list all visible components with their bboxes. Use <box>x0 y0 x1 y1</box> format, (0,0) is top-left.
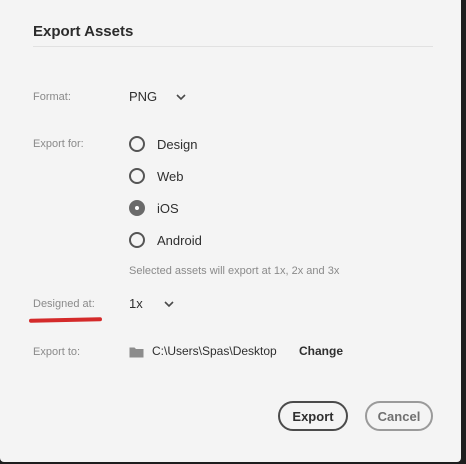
designed-at-chevron-down-icon[interactable] <box>164 300 174 308</box>
radio-android[interactable] <box>129 232 145 248</box>
export-button[interactable]: Export <box>278 401 348 431</box>
export-scale-hint: Selected assets will export at 1x, 2x an… <box>129 265 340 277</box>
cancel-button[interactable]: Cancel <box>365 401 433 431</box>
folder-icon <box>129 347 144 358</box>
dialog-title: Export Assets <box>33 23 134 40</box>
format-chevron-down-icon[interactable] <box>176 93 186 101</box>
annotation-underline <box>28 317 103 323</box>
radio-ios-label[interactable]: iOS <box>157 201 179 216</box>
radio-ios[interactable] <box>129 200 145 216</box>
title-divider <box>33 46 433 47</box>
designed-at-label: Designed at: <box>33 298 95 310</box>
change-location-button[interactable]: Change <box>299 344 343 358</box>
export-to-label: Export to: <box>33 346 81 358</box>
export-for-label: Export for: <box>33 138 84 150</box>
radio-web[interactable] <box>129 168 145 184</box>
export-assets-dialog: Export Assets Format: PNG Export for: De… <box>0 0 461 462</box>
designed-at-select[interactable]: 1x <box>129 296 143 311</box>
radio-option-android[interactable]: Android <box>129 231 202 249</box>
radio-design-label[interactable]: Design <box>157 137 197 152</box>
radio-option-ios[interactable]: iOS <box>129 199 179 217</box>
radio-android-label[interactable]: Android <box>157 233 202 248</box>
format-label: Format: <box>33 91 71 103</box>
radio-option-web[interactable]: Web <box>129 167 184 185</box>
export-path: C:\Users\Spas\Desktop <box>152 344 277 358</box>
radio-option-design[interactable]: Design <box>129 135 197 153</box>
radio-design[interactable] <box>129 136 145 152</box>
format-select[interactable]: PNG <box>129 89 157 104</box>
radio-web-label[interactable]: Web <box>157 169 184 184</box>
